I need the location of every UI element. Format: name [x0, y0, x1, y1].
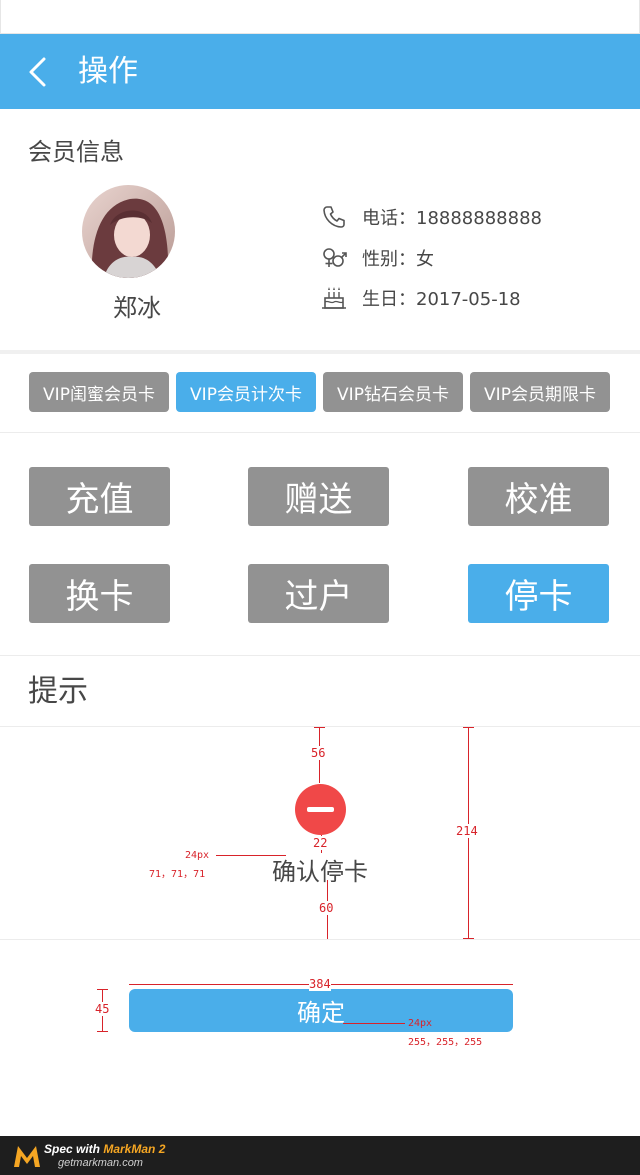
back-button[interactable] [22, 52, 62, 92]
spec-button-text-color: 255，255，255 [408, 1037, 483, 1048]
phone-icon [320, 203, 348, 231]
avatar [82, 185, 175, 278]
spec-top-gap: 56 [311, 746, 326, 760]
spec-block-height: 214 [456, 824, 478, 838]
stop-icon [295, 784, 346, 835]
ops-divider [0, 655, 640, 656]
page-title: 操作 [78, 54, 138, 89]
spec-button-width: 384 [309, 977, 331, 991]
birthday-text: 生日：2017-05-18 [362, 289, 521, 310]
change-card-button[interactable]: 换卡 [29, 564, 170, 623]
spec-cap [314, 727, 325, 728]
confirm-button[interactable]: 确定 [129, 989, 513, 1032]
info-birthday: 生日：2017-05-18 [320, 283, 521, 313]
spec-leader-text [216, 855, 286, 856]
spec-button-text-size: 24px [408, 1018, 433, 1029]
gift-button[interactable]: 赠送 [248, 467, 389, 526]
section-divider [0, 350, 640, 354]
card-tab-vip-diamond[interactable]: VIP钻石会员卡 [323, 372, 463, 412]
member-info-title: 会员信息 [28, 138, 124, 166]
info-gender: 性别：女 [320, 243, 434, 273]
card-tab-vip-count[interactable]: VIP会员计次卡 [176, 372, 316, 412]
hint-title: 提示 [28, 674, 88, 709]
spec-button-height: 45 [95, 1002, 110, 1016]
cake-icon [320, 284, 348, 312]
member-name: 郑冰 [113, 294, 161, 322]
markman-logo-icon [14, 1146, 40, 1167]
footer-spec-text: Spec with MarkMan 2 [44, 1142, 166, 1156]
tabs-divider [0, 432, 640, 433]
spec-text-color: 71，71，71 [149, 869, 206, 880]
phone-text: 电话：18888888888 [362, 208, 542, 229]
recharge-button[interactable]: 充值 [29, 467, 170, 526]
card-tab-vip-bestie[interactable]: VIP闺蜜会员卡 [29, 372, 169, 412]
chevron-left-icon [29, 57, 46, 87]
spec-cap [463, 938, 474, 939]
spec-cap [97, 989, 108, 990]
card-tab-vip-term[interactable]: VIP会员期限卡 [470, 372, 610, 412]
header-bar: 操作 [0, 34, 640, 109]
calibrate-button[interactable]: 校准 [468, 467, 609, 526]
status-strip [0, 0, 640, 34]
stop-card-button[interactable]: 停卡 [468, 564, 609, 623]
spec-text-size: 24px [185, 850, 210, 861]
info-phone: 电话：18888888888 [320, 202, 542, 232]
spec-bottom-gap: 60 [319, 901, 334, 915]
footer-site-text: getmarkman.com [58, 1157, 143, 1169]
transfer-button[interactable]: 过户 [248, 564, 389, 623]
gender-icon [320, 244, 348, 272]
markman-footer: Spec with MarkMan 2 getmarkman.com [0, 1136, 640, 1175]
spec-cap [97, 1031, 108, 1032]
confirm-message: 确认停卡 [272, 858, 368, 886]
spec-cap [463, 727, 474, 728]
gender-text: 性别：女 [362, 249, 434, 270]
hint-body-divider [0, 939, 640, 940]
spec-leader-button [343, 1023, 405, 1024]
spec-icon-gap: 22 [313, 836, 328, 850]
